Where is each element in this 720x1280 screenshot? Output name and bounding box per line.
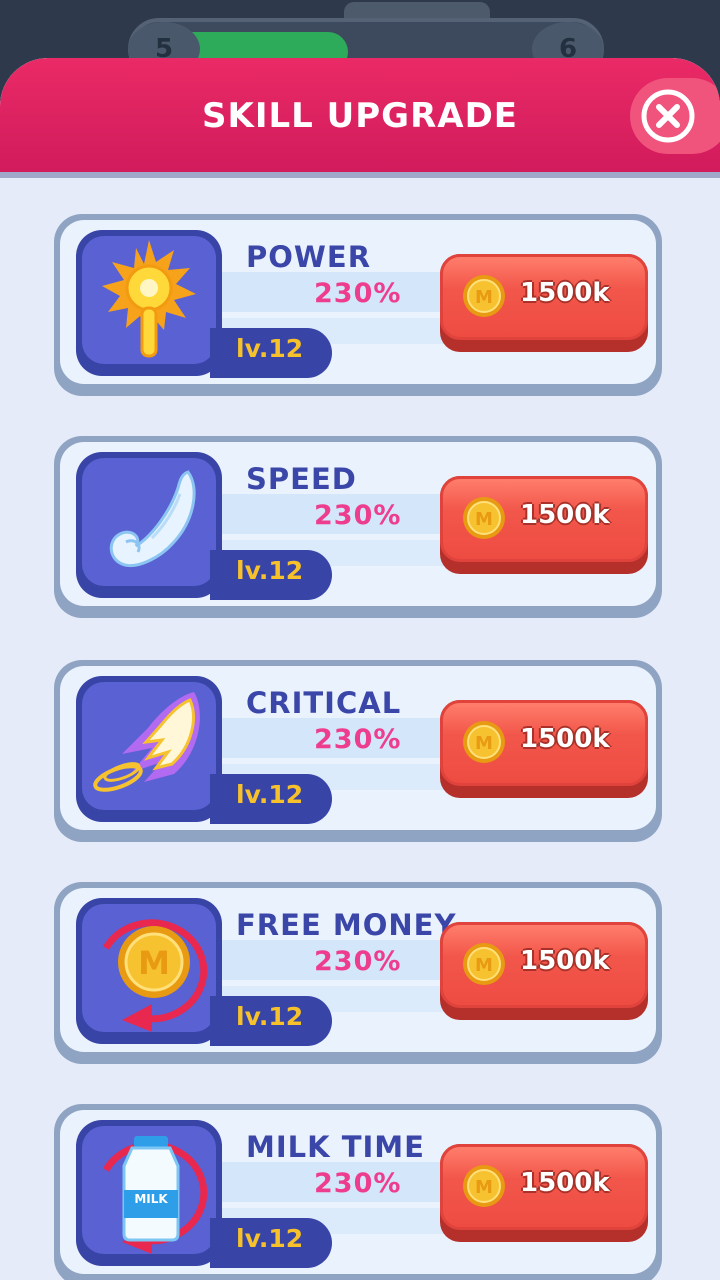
- price-label: 1500k: [520, 500, 610, 530]
- panel-header: SKILL UPGRADE: [0, 58, 720, 178]
- critical-icon: [93, 692, 200, 792]
- skill-upgrade-panel: SKILL UPGRADE lv.12 POWER 230% M 1500k l…: [0, 58, 720, 1280]
- coin-icon: M: [463, 943, 505, 985]
- level-text: lv.12: [236, 780, 304, 809]
- skill-card-body: M lv.12 FREE MONEY 230% M 1500k: [60, 888, 656, 1052]
- skill-icon-tile: [76, 452, 222, 598]
- svg-text:M: M: [138, 944, 170, 982]
- skill-percent: 230%: [314, 946, 402, 977]
- skill-name: CRITICAL: [246, 686, 402, 720]
- coin-icon: M: [463, 275, 505, 317]
- coin-icon: M: [463, 497, 505, 539]
- skill-percent: 230%: [314, 724, 402, 755]
- key-icon: [102, 240, 196, 358]
- close-icon: [641, 89, 695, 143]
- close-button[interactable]: [630, 78, 720, 154]
- milk-carton-label: MILK: [134, 1192, 168, 1206]
- upgrade-button[interactable]: M 1500k: [440, 1144, 648, 1242]
- upgrade-button[interactable]: M 1500k: [440, 700, 648, 798]
- upgrade-button[interactable]: M 1500k: [440, 476, 648, 574]
- level-badge: lv.12: [210, 328, 332, 378]
- skill-icon-tile: [76, 676, 222, 822]
- level-badge: lv.12: [210, 550, 332, 600]
- price-label: 1500k: [520, 1168, 610, 1198]
- skill-percent: 230%: [314, 1168, 402, 1199]
- svg-text:M: M: [475, 733, 493, 754]
- svg-text:M: M: [475, 509, 493, 530]
- svg-text:M: M: [475, 287, 493, 308]
- skill-percent: 230%: [314, 500, 402, 531]
- skill-name: SPEED: [246, 462, 357, 496]
- level-badge: lv.12: [210, 1218, 332, 1268]
- upgrade-button[interactable]: M 1500k: [440, 922, 648, 1020]
- level-text: lv.12: [236, 1224, 304, 1253]
- milk-refresh-icon: [102, 1136, 208, 1254]
- panel-title: SKILL UPGRADE: [201, 96, 519, 136]
- coin-icon: M: [463, 1165, 505, 1207]
- skill-name: FREE MONEY: [236, 908, 457, 942]
- level-badge: lv.12: [210, 774, 332, 824]
- skill-name: MILK TIME: [246, 1130, 425, 1164]
- wing-icon: [109, 470, 196, 567]
- skill-card-milk-time: MILK lv.12 MILK TIME 230% M 1500k: [54, 1104, 662, 1280]
- level-text: lv.12: [236, 334, 304, 363]
- upgrade-button[interactable]: M 1500k: [440, 254, 648, 352]
- skill-icon-tile: [76, 230, 222, 376]
- level-text: lv.12: [236, 556, 304, 585]
- price-label: 1500k: [520, 724, 610, 754]
- skill-percent: 230%: [314, 278, 402, 309]
- level-text: lv.12: [236, 1002, 304, 1031]
- svg-text:M: M: [475, 955, 493, 976]
- skill-card-body: lv.12 SPEED 230% M 1500k: [60, 442, 656, 606]
- level-badge: lv.12: [210, 996, 332, 1046]
- skill-card-power: lv.12 POWER 230% M 1500k: [54, 214, 662, 396]
- skill-card-free-money: M lv.12 FREE MONEY 230% M 1500k: [54, 882, 662, 1064]
- skill-card-speed: lv.12 SPEED 230% M 1500k: [54, 436, 662, 618]
- skill-name: POWER: [246, 240, 372, 274]
- skill-card-body: lv.12 CRITICAL 230% M 1500k: [60, 666, 656, 830]
- skill-icon-tile: MILK: [76, 1120, 222, 1266]
- price-label: 1500k: [520, 946, 610, 976]
- svg-text:M: M: [475, 1177, 493, 1198]
- coin-icon: M: [463, 721, 505, 763]
- price-label: 1500k: [520, 278, 610, 308]
- skill-card-body: MILK lv.12 MILK TIME 230% M 1500k: [60, 1110, 656, 1274]
- skill-card-body: lv.12 POWER 230% M 1500k: [60, 220, 656, 384]
- skill-icon-tile: M: [76, 898, 222, 1044]
- coin-refresh-icon: M: [102, 919, 208, 1032]
- skill-card-critical: lv.12 CRITICAL 230% M 1500k: [54, 660, 662, 842]
